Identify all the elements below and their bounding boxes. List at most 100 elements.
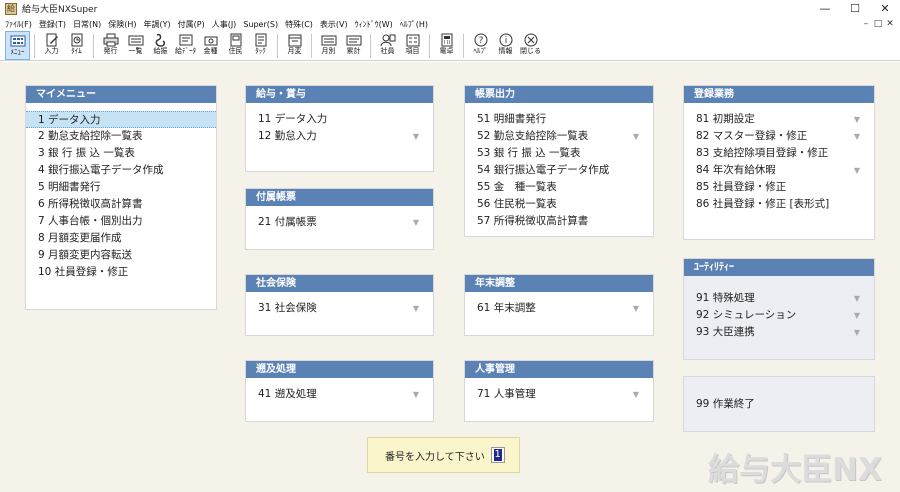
menu-item-exit-0[interactable]: 99 作業終了 <box>684 396 874 413</box>
toolbar-button-employee[interactable]: 社員 <box>375 31 400 60</box>
menu-item-toroku-3[interactable]: 84 年次有給休暇 ▼ <box>684 162 874 179</box>
menu-item-label: 8 月額変更届作成 <box>38 232 122 244</box>
time-sheet-icon <box>71 33 82 47</box>
employee-icon <box>380 34 395 47</box>
mdi-close-button[interactable]: ✕ <box>884 17 896 31</box>
toolbar-button-menu-grid[interactable]: ﾒﾆｭｰ <box>5 31 30 60</box>
menu-item-mymenu-9[interactable]: 10 社員登録・修正 <box>26 264 216 281</box>
chevron-down-icon[interactable]: ▼ <box>413 128 419 145</box>
menu-item-8[interactable]: 特殊(C) <box>282 19 316 30</box>
toolbar-button-monthly-change[interactable]: 月変 <box>282 31 307 60</box>
close-window-button[interactable]: ✕ <box>870 0 900 17</box>
toolbar-button-money-type[interactable]: 金種 <box>198 31 223 60</box>
chevron-down-icon[interactable]: ▼ <box>413 386 419 403</box>
chevron-down-icon[interactable]: ▼ <box>854 307 860 324</box>
chevron-down-icon[interactable]: ▼ <box>633 300 639 317</box>
menu-item-11[interactable]: ﾍﾙﾌﾟ(H) <box>397 19 431 30</box>
menu-item-toroku-0[interactable]: 81 初期設定 ▼ <box>684 111 874 128</box>
menu-item-2[interactable]: 日常(N) <box>70 19 104 30</box>
menu-item-utility-2[interactable]: 93 大臣連携 ▼ <box>684 324 874 341</box>
menu-item-1[interactable]: 登録(T) <box>36 19 69 30</box>
menu-item-label: 52 勤怠支給控除一覧表 <box>477 130 589 142</box>
menu-item-chohyo-5[interactable]: 56 住民税一覧表 <box>465 196 653 213</box>
menu-item-mymenu-4[interactable]: 5 明細書発行 <box>26 179 216 196</box>
items-icon <box>406 34 419 47</box>
toolbar-button-close-circle[interactable]: 閉じる <box>518 31 543 60</box>
toolbar-button-time-sheet[interactable]: ﾀｲﾑ <box>64 31 89 60</box>
panel-title: 人事管理 <box>465 361 653 378</box>
menu-item-sokyu-0[interactable]: 41 遡及処理 ▼ <box>246 386 433 403</box>
menu-item-chohyo-0[interactable]: 51 明細書発行 <box>465 111 653 128</box>
mdi-restore-button[interactable]: □ <box>872 17 884 31</box>
toolbar-button-bank-transfer[interactable]: 給振 <box>148 31 173 60</box>
chevron-down-icon[interactable]: ▼ <box>854 128 860 145</box>
menu-item-mymenu-5[interactable]: 6 所得税徴収高計算書 <box>26 196 216 213</box>
menu-item-label: 54 銀行振込電子データ作成 <box>477 164 610 176</box>
menu-item-mymenu-2[interactable]: 3 銀 行 振 込 一覧表 <box>26 145 216 162</box>
chevron-down-icon[interactable]: ▼ <box>633 386 639 403</box>
toolbar-button-help[interactable]: ? ﾍﾙﾌﾟ <box>468 31 493 60</box>
chevron-down-icon[interactable]: ▼ <box>413 300 419 317</box>
menu-item-6[interactable]: 人事(J) <box>209 19 240 30</box>
toolbar-button-input-pen[interactable]: 入力 <box>39 31 64 60</box>
menu-item-shakai-0[interactable]: 31 社会保険 ▼ <box>246 300 433 317</box>
panel-mymenu: マイメニュー 1 データ入力 2 勤怠支給控除一覧表 3 銀 行 振 込 一覧表 4 … <box>25 85 217 310</box>
toolbar-button-monthly[interactable]: 月別 <box>316 31 341 60</box>
toolbar-button-print[interactable]: 発行 <box>98 31 123 60</box>
chevron-down-icon[interactable]: ▼ <box>854 290 860 307</box>
menu-item-mymenu-7[interactable]: 8 月額変更届作成 <box>26 230 216 247</box>
toolbar-button-pay-data[interactable]: 給ﾃﾞｰﾀ <box>173 31 198 60</box>
toolbar-button-calculator[interactable]: 電卓 <box>434 31 459 60</box>
chevron-down-icon[interactable]: ▼ <box>854 324 860 341</box>
mdi-minimize-button[interactable]: – <box>860 17 872 31</box>
menu-item-mymenu-6[interactable]: 7 人事台帳・個別出力 <box>26 213 216 230</box>
chevron-down-icon[interactable]: ▼ <box>633 128 639 145</box>
menu-item-3[interactable]: 保険(H) <box>105 19 139 30</box>
toolbar-button-resident[interactable]: 住民 <box>223 31 248 60</box>
menu-item-4[interactable]: 年調(Y) <box>140 19 173 30</box>
toolbar-button-tax[interactable]: ﾀｯｸ <box>248 31 273 60</box>
toolbar-button-keyboard-list[interactable]: 一覧 <box>123 31 148 60</box>
menu-item-label: 31 社会保険 <box>258 302 317 314</box>
menu-item-mymenu-3[interactable]: 4 銀行振込電子データ作成 <box>26 162 216 179</box>
menu-item-5[interactable]: 付属(P) <box>175 19 208 30</box>
menu-item-chohyo-6[interactable]: 57 所得税徴収高計算書 <box>465 213 653 230</box>
menu-number-input[interactable]: 1 <box>490 447 505 463</box>
menu-item-mymenu-8[interactable]: 9 月額変更内容転送 <box>26 247 216 264</box>
menu-item-label: 41 遡及処理 <box>258 388 317 400</box>
calculator-icon <box>441 33 452 47</box>
menu-item-9[interactable]: 表示(V) <box>317 19 351 30</box>
chevron-down-icon[interactable]: ▼ <box>413 214 419 231</box>
menu-item-toroku-5[interactable]: 86 社員登録・修正 [表形式] <box>684 196 874 213</box>
menu-item-0[interactable]: ﾌｧｲﾙ(F) <box>2 19 35 30</box>
menu-item-mymenu-1[interactable]: 2 勤怠支給控除一覧表 <box>26 128 216 145</box>
menu-item-kyuyo-0[interactable]: 11 データ入力 <box>246 111 433 128</box>
menu-item-7[interactable]: Super(S) <box>240 20 281 29</box>
menu-item-chohyo-1[interactable]: 52 勤怠支給控除一覧表 ▼ <box>465 128 653 145</box>
menu-item-10[interactable]: ｳｨﾝﾄﾞｳ(W) <box>352 19 396 30</box>
toolbar-button-cumulative[interactable]: 累計 <box>341 31 366 60</box>
menu-item-utility-1[interactable]: 92 シミュレーション ▼ <box>684 307 874 324</box>
chevron-down-icon[interactable]: ▼ <box>854 162 860 179</box>
menu-item-toroku-1[interactable]: 82 マスター登録・修正 ▼ <box>684 128 874 145</box>
minimize-button[interactable]: — <box>810 0 840 17</box>
menu-item-chohyo-3[interactable]: 54 銀行振込電子データ作成 <box>465 162 653 179</box>
menu-item-kyuyo-1[interactable]: 12 勤怠入力 ▼ <box>246 128 433 145</box>
menu-item-chohyo-2[interactable]: 53 銀 行 振 込 一覧表 <box>465 145 653 162</box>
toolbar-button-items[interactable]: 項目 <box>400 31 425 60</box>
monthly-change-icon <box>288 34 301 47</box>
menu-item-mymenu-0[interactable]: 1 データ入力 <box>26 111 216 128</box>
chevron-down-icon[interactable]: ▼ <box>854 111 860 128</box>
menu-item-toroku-4[interactable]: 85 社員登録・修正 <box>684 179 874 196</box>
menu-item-toroku-2[interactable]: 83 支給控除項目登録・修正 <box>684 145 874 162</box>
menu-item-utility-0[interactable]: 91 特殊処理 ▼ <box>684 290 874 307</box>
maximize-button[interactable]: ☐ <box>840 0 870 17</box>
menu-item-nenmatsu-0[interactable]: 61 年末調整 ▼ <box>465 300 653 317</box>
menu-item-label: 2 勤怠支給控除一覧表 <box>38 130 143 142</box>
menu-item-label: 51 明細書発行 <box>477 113 547 125</box>
menu-item-jinji-0[interactable]: 71 人事管理 ▼ <box>465 386 653 403</box>
main-menu-area: マイメニュー 1 データ入力 2 勤怠支給控除一覧表 3 銀 行 振 込 一覧表 4 … <box>0 62 900 492</box>
menu-item-chohyo-4[interactable]: 55 金 種一覧表 <box>465 179 653 196</box>
menu-item-fuzoku-0[interactable]: 21 付属帳票 ▼ <box>246 214 433 231</box>
toolbar-button-info[interactable]: i 情報 <box>493 31 518 60</box>
